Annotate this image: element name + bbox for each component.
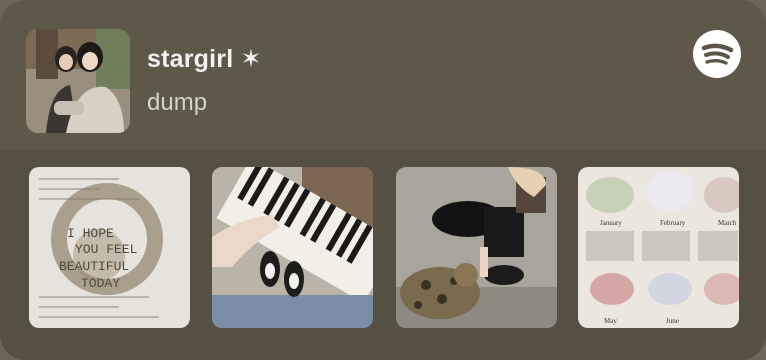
thumbnail-cat[interactable] bbox=[396, 167, 557, 328]
calendar-month-3: March bbox=[718, 219, 737, 227]
calendar-month-1: January bbox=[600, 219, 622, 227]
thumbnail-piano[interactable] bbox=[212, 167, 373, 328]
piano-photo bbox=[212, 167, 373, 328]
cat-photo bbox=[396, 167, 557, 328]
receipt-line-4: TODAY bbox=[81, 276, 120, 291]
calendar-month-4: May bbox=[604, 317, 617, 325]
cover-photo-image bbox=[26, 29, 130, 133]
thumbnail-receipt[interactable]: I HOPE YOU FEEL BEAUTIFUL TODAY bbox=[29, 167, 190, 328]
spotify-icon-glyph bbox=[701, 43, 734, 65]
cake-calendar-photo: January February March May June bbox=[578, 167, 739, 328]
playlist-card[interactable]: stargirl ✶ dump I HOPE YOU FEEL BEAUTIFU… bbox=[0, 0, 766, 360]
spotify-icon[interactable] bbox=[693, 30, 741, 78]
calendar-month-5: June bbox=[666, 317, 679, 325]
playlist-title: stargirl ✶ bbox=[147, 45, 262, 73]
receipt-line-2: YOU FEEL bbox=[75, 242, 137, 257]
receipt-line-3: BEAUTIFUL bbox=[59, 259, 129, 274]
thumbnail-cake-calendar[interactable]: January February March May June bbox=[578, 167, 739, 328]
playlist-subtitle: dump bbox=[147, 89, 208, 116]
calendar-month-2: February bbox=[660, 219, 686, 227]
receipt-photo: I HOPE YOU FEEL BEAUTIFUL TODAY bbox=[29, 167, 190, 328]
receipt-line-1: I HOPE bbox=[67, 226, 114, 241]
cover-photo[interactable] bbox=[26, 29, 130, 133]
